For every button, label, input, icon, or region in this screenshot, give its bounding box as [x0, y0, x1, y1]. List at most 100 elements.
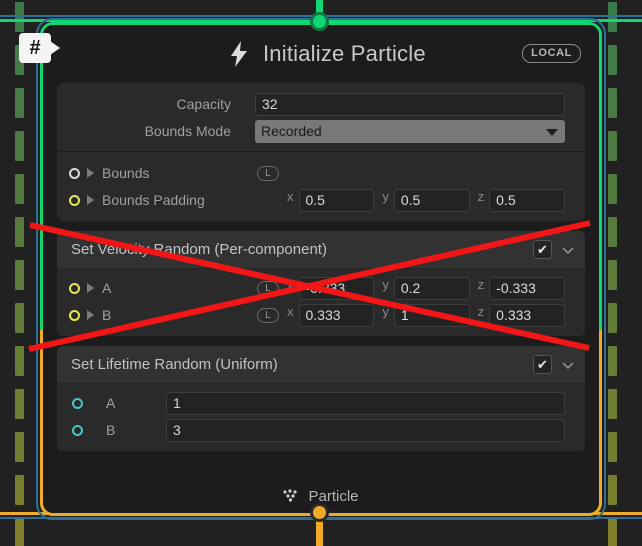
row-bounds-padding: Bounds Padding x 0.5 y 0.5 z 0.5	[57, 188, 585, 212]
hash-badge[interactable]: #	[19, 33, 60, 63]
velocity-a-y-input[interactable]: 0.2	[393, 276, 470, 300]
port-lifetime-a[interactable]	[72, 397, 83, 409]
lifetime-a-label: A	[106, 395, 116, 411]
bounds-mode-label: Bounds Mode	[144, 123, 231, 139]
bounds-mode-value: Recorded	[261, 122, 322, 139]
block-set-lifetime-random[interactable]: Set Lifetime Random (Uniform) ✔ A 1 B 3	[57, 346, 585, 451]
row-lifetime-a: A 1	[57, 391, 585, 415]
block-set-velocity-random[interactable]: Set Velocity Random (Per-component) ✔ A …	[57, 231, 585, 336]
triangle-right-icon[interactable]	[87, 310, 94, 320]
footer-label: Particle	[308, 487, 359, 505]
axis-z-label: z	[477, 303, 485, 319]
bounds-padding-x-input[interactable]: 0.5	[298, 188, 375, 212]
block-title: Set Velocity Random (Per-component)	[71, 241, 327, 258]
velocity-a-vector: x -0.333 y 0.2 z -0.333	[287, 276, 565, 300]
axis-x-label: x	[287, 276, 294, 292]
port-bounds-padding[interactable]	[69, 194, 80, 206]
rail-dash	[608, 389, 617, 419]
bounds-mode-select[interactable]: Recorded	[255, 119, 565, 143]
guide-rail-left	[15, 0, 24, 546]
axis-y-label: y	[382, 303, 389, 319]
rail-dash	[15, 174, 24, 204]
rail-dash	[15, 88, 24, 118]
port-bounds[interactable]	[69, 167, 80, 179]
settings-panel: Capacity 32 Bounds Mode Recorded Bounds	[57, 83, 585, 221]
lifetime-a-input[interactable]: 1	[166, 391, 565, 415]
chevron-down-icon	[546, 128, 558, 136]
velocity-b-x-input[interactable]: 0.333	[298, 303, 375, 327]
rail-dash	[15, 131, 24, 161]
port-lifetime-b[interactable]	[72, 424, 83, 436]
rail-dash	[15, 217, 24, 247]
rail-dash	[608, 131, 617, 161]
velocity-a-x-input[interactable]: -0.333	[298, 276, 375, 300]
velocity-b-z-input[interactable]: 0.333	[489, 303, 565, 327]
guide-rail-right	[608, 0, 617, 546]
row-velocity-a: A L x -0.333 y 0.2 z -0.333	[57, 276, 585, 300]
rail-dash	[608, 346, 617, 376]
bounds-label: Bounds	[102, 165, 150, 181]
rail-dash	[608, 45, 617, 75]
bounds-padding-label: Bounds Padding	[102, 192, 205, 208]
row-capacity: Capacity 32	[57, 92, 585, 116]
velocity-b-vector: x 0.333 y 1 z 0.333	[287, 303, 565, 327]
port-velocity-a[interactable]	[69, 282, 80, 294]
axis-z-label: z	[477, 188, 485, 204]
lifetime-b-input[interactable]: 3	[166, 418, 565, 442]
space-badge-local[interactable]: L	[257, 165, 279, 181]
rail-dash	[608, 88, 617, 118]
rail-dash	[608, 303, 617, 333]
axis-x-label: x	[287, 188, 294, 204]
block-header[interactable]: Set Velocity Random (Per-component) ✔	[57, 231, 585, 269]
velocity-a-label: A	[102, 280, 112, 296]
lifetime-b-label: B	[106, 422, 116, 438]
rail-dash	[608, 475, 617, 505]
rail-dash	[15, 475, 24, 505]
space-badge-placeholder	[257, 193, 279, 208]
row-bounds: Bounds L	[57, 161, 585, 185]
rail-dash	[608, 2, 617, 32]
rail-dash	[608, 260, 617, 290]
axis-x-label: x	[287, 303, 294, 319]
chevron-down-icon[interactable]	[561, 243, 575, 257]
row-lifetime-b: B 3	[57, 418, 585, 442]
velocity-b-y-input[interactable]: 1	[393, 303, 470, 327]
rail-dash	[15, 346, 24, 376]
node-header: Initialize Particle LOCAL	[43, 25, 599, 83]
rail-dash	[608, 217, 617, 247]
rail-dash	[15, 260, 24, 290]
axis-z-label: z	[477, 276, 485, 292]
triangle-right-icon[interactable]	[87, 195, 94, 205]
velocity-a-z-input[interactable]: -0.333	[489, 276, 565, 300]
triangle-right-icon[interactable]	[87, 283, 94, 293]
bounds-padding-y-input[interactable]: 0.5	[393, 188, 470, 212]
input-port-top[interactable]	[310, 12, 329, 31]
axis-y-label: y	[382, 276, 389, 292]
initialize-particle-node[interactable]: Initialize Particle LOCAL Capacity 32 Bo…	[40, 22, 602, 516]
block-header[interactable]: Set Lifetime Random (Uniform) ✔	[57, 346, 585, 384]
chevron-down-icon[interactable]	[561, 358, 575, 372]
rail-dash	[608, 174, 617, 204]
rail-dash	[608, 432, 617, 462]
triangle-right-icon[interactable]	[87, 168, 94, 178]
capacity-label: Capacity	[176, 96, 231, 112]
axis-y-label: y	[382, 188, 389, 204]
page-title: Initialize Particle	[263, 41, 426, 66]
block-enabled-checkbox[interactable]: ✔	[533, 240, 552, 259]
rail-dash	[15, 2, 24, 32]
bounds-padding-z-input[interactable]: 0.5	[489, 188, 565, 212]
block-enabled-checkbox[interactable]: ✔	[533, 355, 552, 374]
space-badge-local[interactable]: L	[257, 280, 279, 296]
status-badge: LOCAL	[522, 44, 581, 63]
port-velocity-b[interactable]	[69, 309, 80, 321]
node-graph-canvas: Initialize Particle LOCAL Capacity 32 Bo…	[0, 0, 642, 546]
space-badge-local[interactable]: L	[257, 307, 279, 323]
row-velocity-b: B L x 0.333 y 1 z 0.333	[57, 303, 585, 327]
particle-dots-icon	[283, 489, 298, 502]
rail-dash	[15, 432, 24, 462]
rail-dash	[608, 518, 617, 546]
rail-dash	[15, 389, 24, 419]
row-bounds-mode: Bounds Mode Recorded	[57, 119, 585, 143]
output-port-bottom[interactable]	[310, 503, 329, 522]
capacity-input[interactable]: 32	[255, 92, 565, 116]
